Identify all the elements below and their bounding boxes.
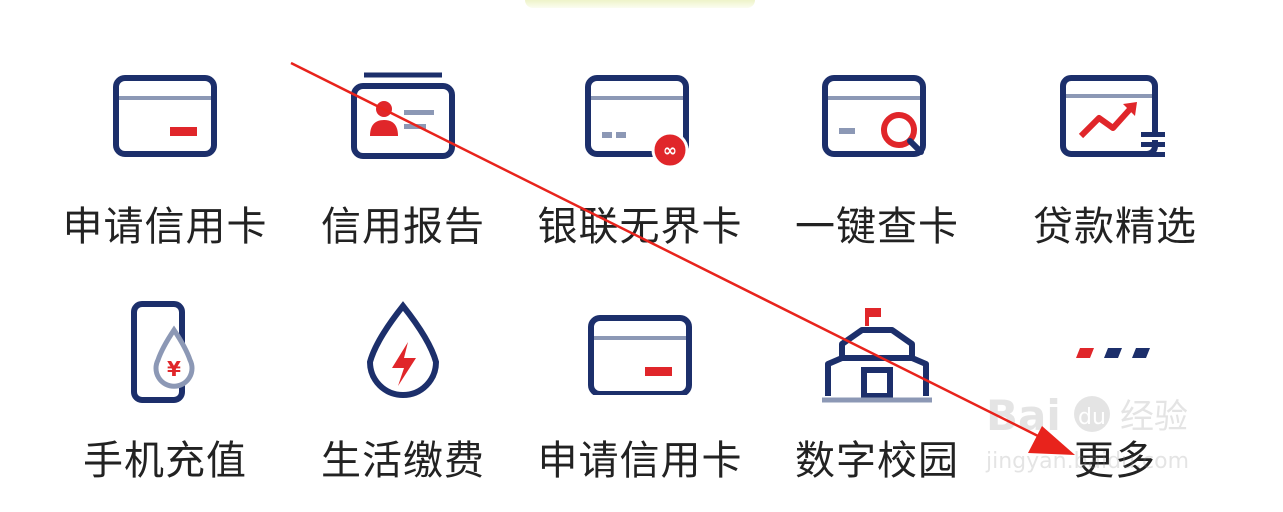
unionpay-card-icon: ∞ (585, 75, 689, 169)
tile-label: 一键查卡 (795, 204, 959, 250)
tile-credit-report[interactable]: 信用报告 (285, 60, 521, 280)
svg-text:∞: ∞ (663, 141, 677, 161)
tile-phone-topup[interactable]: ¥ 手机充值 (47, 292, 283, 512)
campus-icon (822, 308, 932, 403)
tile-label: 数字校园 (795, 438, 959, 484)
watermark-url: jingyan.baidu.com (985, 449, 1189, 474)
watermark-brand: Bai (986, 391, 1061, 440)
id-card-icon (351, 72, 455, 159)
svg-text:¥: ¥ (167, 357, 181, 381)
tile-label: 申请信用卡 (62, 204, 268, 250)
tile-loan-selection[interactable]: 贷款精选 (997, 60, 1233, 280)
loan-chart-icon (1060, 75, 1165, 157)
baidu-jingyan-watermark: Bai du 经验 jingyan.baidu.com (985, 391, 1189, 474)
card-search-icon (822, 75, 926, 157)
tile-digital-campus[interactable]: 数字校园 (759, 292, 995, 512)
credit-card-icon (113, 75, 217, 157)
credit-card-icon (588, 315, 692, 395)
tile-label: 生活缴费 (321, 438, 485, 484)
tile-unionpay-card[interactable]: ∞ 银联无界卡 (522, 60, 758, 280)
tile-label: 贷款精选 (1033, 204, 1197, 250)
utility-bolt-icon (366, 301, 440, 398)
tile-label: 信用报告 (321, 204, 485, 250)
tile-apply-credit-card-2[interactable]: 申请信用卡 (522, 292, 758, 512)
tile-label: 手机充值 (83, 438, 247, 484)
tile-apply-credit-card[interactable]: 申请信用卡 (47, 60, 283, 280)
tile-label: 申请信用卡 (537, 438, 743, 484)
tile-label: 银联无界卡 (537, 204, 743, 250)
watermark-brand-du: du (1078, 405, 1106, 430)
tile-card-lookup[interactable]: 一键查卡 (759, 60, 995, 280)
tile-utility-payment[interactable]: 生活缴费 (285, 292, 521, 512)
phone-topup-icon: ¥ (131, 301, 195, 403)
watermark-cn: 经验 (1120, 397, 1188, 437)
